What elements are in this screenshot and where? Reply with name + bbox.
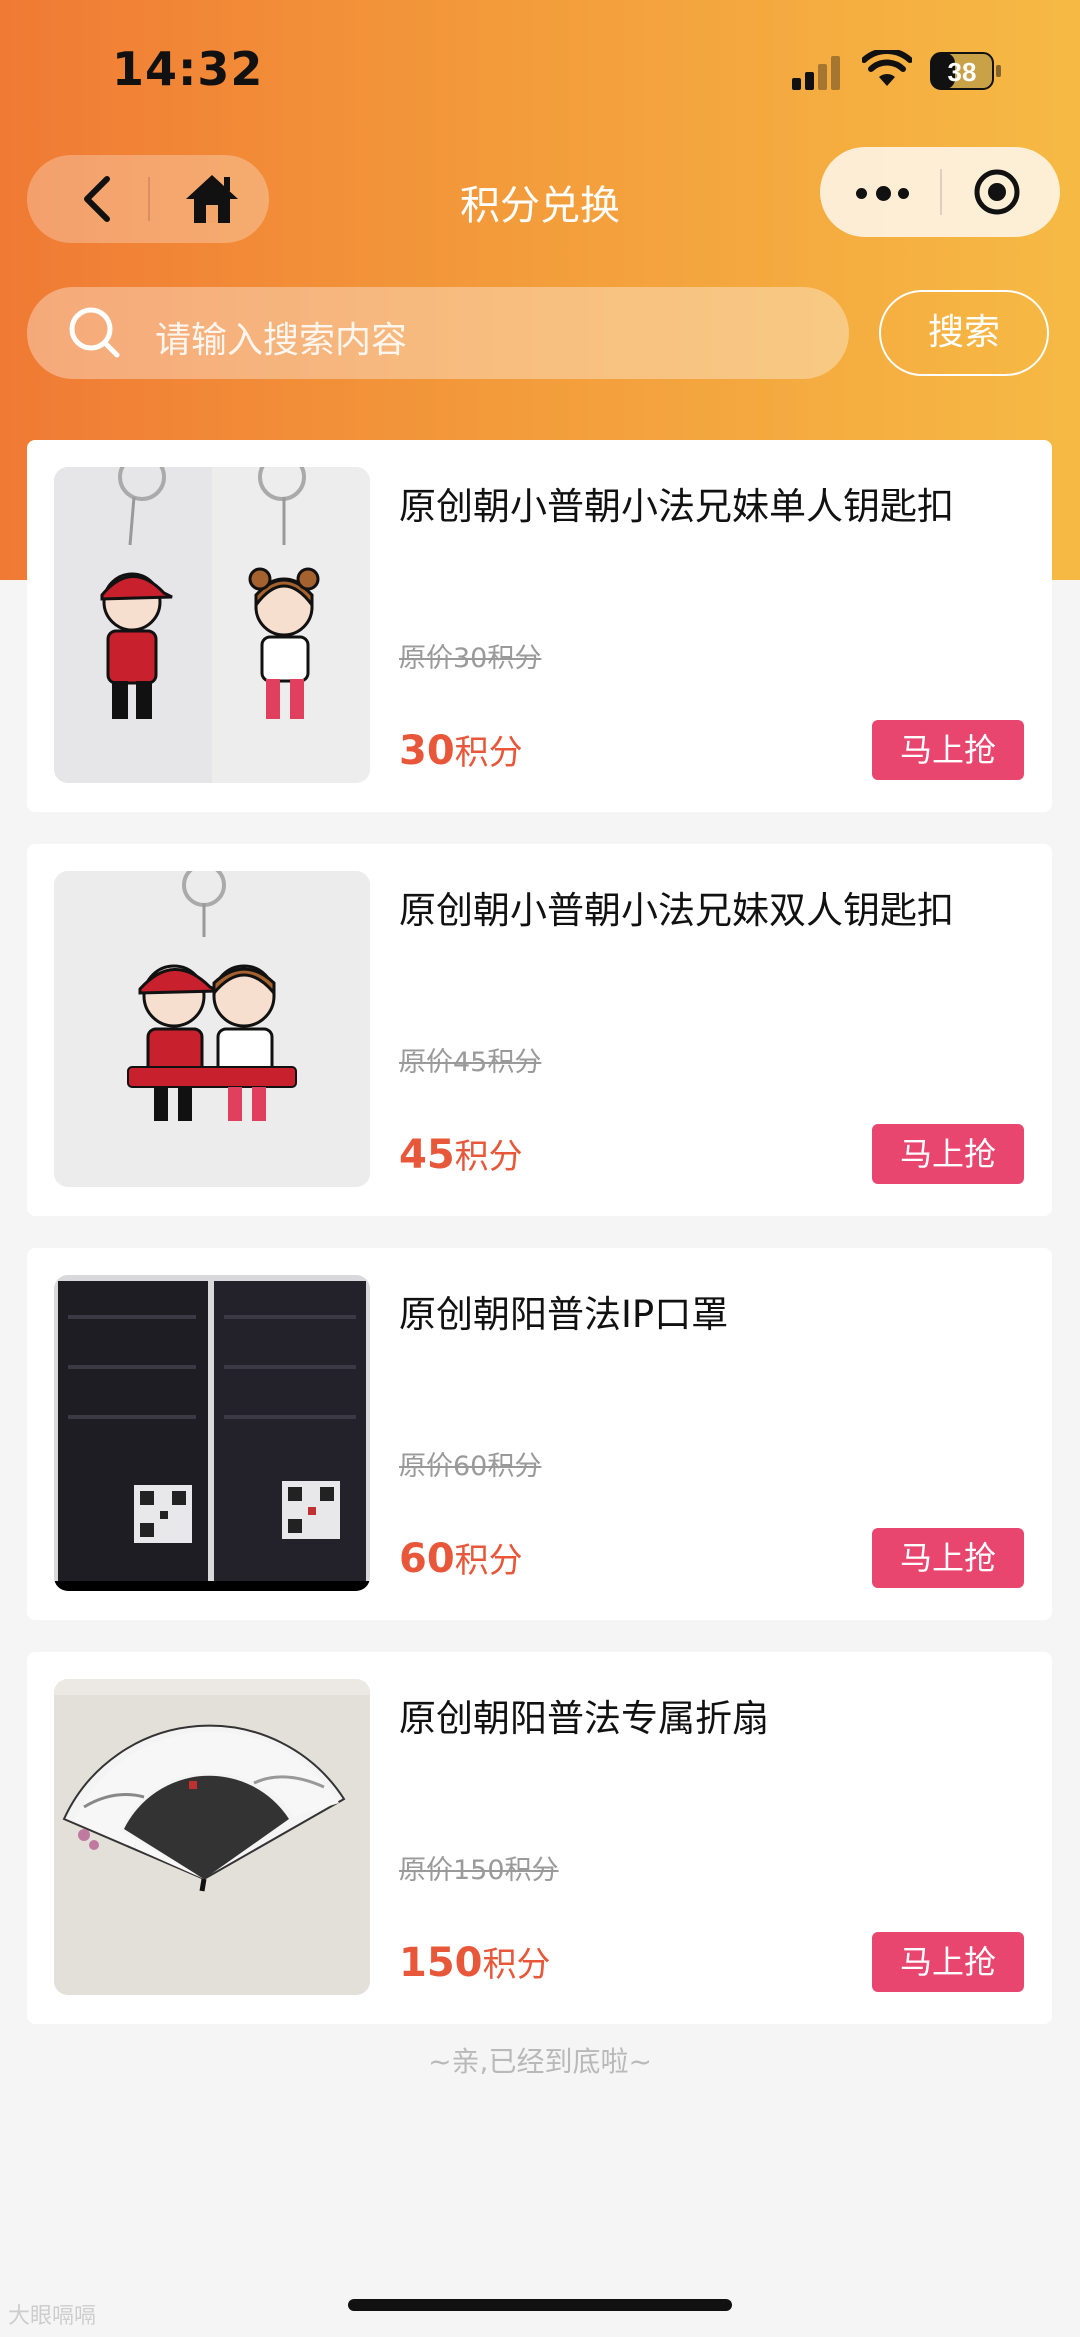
mini-program-capsule [820,147,1060,237]
price: 150积分 [399,1937,551,1986]
price: 60积分 [399,1533,523,1582]
close-target-icon[interactable] [972,167,1022,217]
product-card[interactable]: 原创朝阳普法专属折扇 原价150积分 150积分 马上抢 [27,1652,1052,2024]
product-image-mask [54,1275,370,1591]
back-icon[interactable] [77,175,117,223]
status-bar: 14:32 38 [0,0,1080,140]
capsule-divider [940,169,942,215]
price-unit: 积分 [482,1945,551,1985]
buy-button[interactable]: 马上抢 [872,1528,1024,1588]
price-value: 60 [399,1536,455,1582]
home-indicator[interactable] [348,2299,732,2311]
page-title: 积分兑换 [460,183,620,229]
product-name: 原创朝小普朝小法兄妹单人钥匙扣 [399,485,954,528]
list-end-text: ~亲,已经到底啦~ [428,2045,652,2078]
search-icon [69,307,120,358]
wifi-icon [862,50,912,86]
product-image-fan [54,1679,370,1995]
status-time: 14:32 [112,42,264,96]
original-price: 原价150积分 [399,1855,559,1886]
product-name: 原创朝小普朝小法兄妹双人钥匙扣 [399,889,954,932]
price-unit: 积分 [454,733,523,773]
product-name: 原创朝阳普法专属折扇 [399,1697,769,1740]
more-icon[interactable] [856,183,916,203]
product-card[interactable]: 原创朝小普朝小法兄妹单人钥匙扣 原价30积分 30积分 马上抢 [27,440,1052,812]
buy-button[interactable]: 马上抢 [872,1932,1024,1992]
price-value: 150 [399,1940,483,1986]
search-button[interactable]: 搜索 [879,290,1049,376]
product-image-keychain-single [54,467,370,783]
watermark: 大眼嗝嗝 [8,2304,97,2329]
price-unit: 积分 [454,1137,523,1177]
nav-divider [148,177,150,221]
price-unit: 积分 [454,1541,523,1581]
price: 45积分 [399,1129,523,1178]
nav-left-capsule [27,155,269,243]
buy-button[interactable]: 马上抢 [872,720,1024,780]
battery-icon: 38 [930,52,1001,90]
product-image-keychain-double [54,871,370,1187]
search-placeholder: 请输入搜索内容 [155,320,408,361]
home-icon[interactable] [182,171,242,227]
buy-button[interactable]: 马上抢 [872,1124,1024,1184]
original-price: 原价45积分 [399,1047,542,1078]
search-input[interactable]: 请输入搜索内容 [27,287,849,379]
product-name: 原创朝阳普法IP口罩 [399,1293,729,1336]
price: 30积分 [399,725,523,774]
original-price: 原价30积分 [399,643,542,674]
product-card[interactable]: 原创朝小普朝小法兄妹双人钥匙扣 原价45积分 45积分 马上抢 [27,844,1052,1216]
battery-level: 38 [948,57,977,87]
price-value: 45 [399,1132,455,1178]
product-card[interactable]: 原创朝阳普法IP口罩 原价60积分 60积分 马上抢 [27,1248,1052,1620]
price-value: 30 [399,728,455,774]
nav-bar: 积分兑换 [0,145,1080,255]
signal-icon [792,52,844,90]
original-price: 原价60积分 [399,1451,542,1482]
